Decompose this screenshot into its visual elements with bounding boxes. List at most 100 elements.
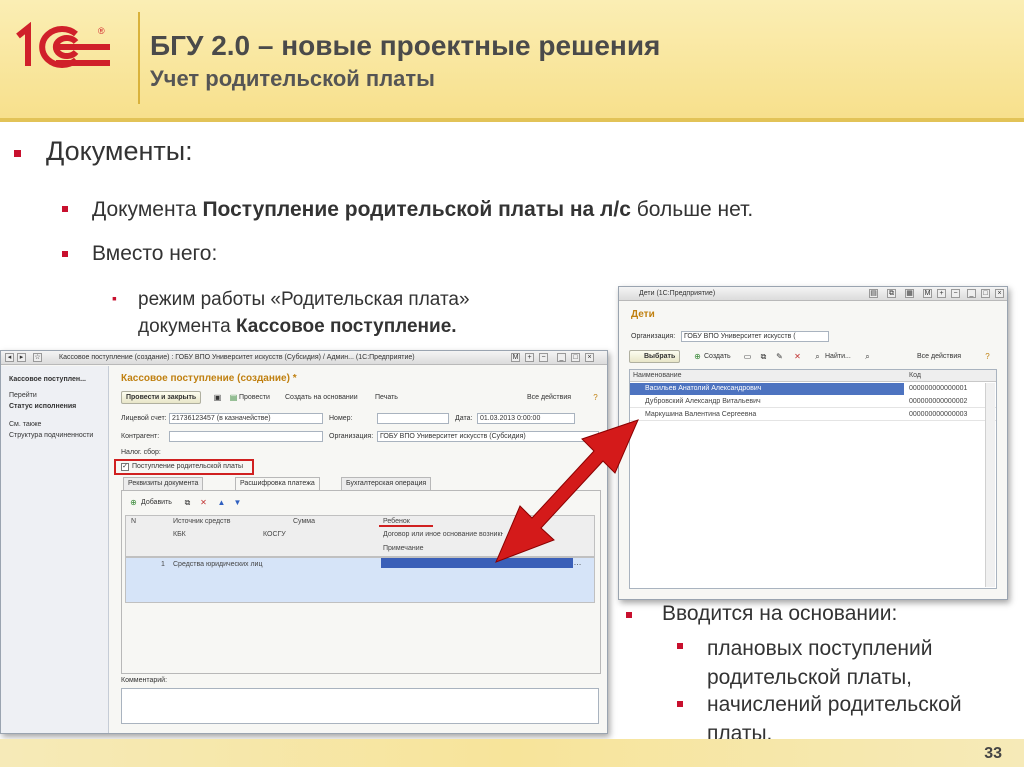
svg-text:®: ®: [98, 26, 105, 36]
add-icon[interactable]: ⊕: [129, 498, 138, 507]
row-number: 1: [161, 561, 165, 568]
tab-requisites[interactable]: Реквизиты документа: [123, 477, 204, 490]
comment-label: Комментарий:: [121, 677, 168, 684]
sidebar: Кассовое поступлен... Перейти Статус исп…: [1, 366, 109, 733]
delete-icon[interactable]: ✕: [199, 498, 208, 507]
header-divider: [0, 118, 1024, 122]
choice-icon[interactable]: …: [573, 558, 582, 567]
back-icon[interactable]: ◂: [5, 353, 14, 362]
select-button[interactable]: Выбрать: [629, 350, 681, 363]
col-header-code: Код: [909, 372, 921, 379]
post-icon[interactable]: ▤: [229, 393, 238, 402]
col-header-kosgu: КОСГУ: [263, 531, 286, 538]
parent-fee-checkbox[interactable]: ✓: [121, 463, 129, 471]
calc-icon[interactable]: ▦: [905, 289, 914, 298]
cancel-search-icon[interactable]: ⌕: [863, 352, 872, 361]
copy-icon[interactable]: ⧉: [183, 498, 192, 507]
text-part: документа: [138, 316, 236, 337]
contractor-field[interactable]: [169, 431, 323, 442]
form-heading: Дети: [631, 309, 655, 320]
find-button[interactable]: Найти...: [825, 353, 851, 360]
sidebar-item-structure[interactable]: Структура подчиненности: [9, 432, 93, 439]
close-icon[interactable]: ×: [995, 289, 1004, 298]
child-name: Васильев Анатолий Александрович: [645, 385, 762, 392]
bullet-planned: плановых поступлений родительской платы,: [707, 634, 932, 692]
move-up-icon[interactable]: ▲: [217, 498, 226, 507]
copy-icon[interactable]: ⧉: [887, 289, 896, 298]
row-source: Средства юридических лиц: [173, 561, 263, 568]
help-icon[interactable]: ?: [591, 393, 600, 402]
search-icon[interactable]: ⌕: [813, 352, 822, 361]
folder-icon[interactable]: ▭: [743, 352, 752, 361]
bullet-documents: Документы:: [46, 136, 193, 166]
window-title: Дети (1С:Предприятие): [639, 290, 716, 297]
org-field[interactable]: ГОБУ ВПО Университет искусств (Субсидия): [377, 431, 599, 442]
window-titlebar: Кассовое поступление (создание) : ГОБУ В…: [1, 351, 607, 365]
number-label: Номер:: [329, 415, 353, 422]
create-icon[interactable]: ⊕: [693, 352, 702, 361]
slide-subtitle: Учет родительской платы: [150, 66, 435, 91]
tab-decryption[interactable]: Расшифровка платежа: [235, 477, 320, 490]
contractor-label: Контрагент:: [121, 433, 160, 440]
minimize-icon[interactable]: _: [967, 289, 976, 298]
date-field[interactable]: 01.03.2013 0:00:00: [477, 413, 575, 424]
print-button[interactable]: Печать: [375, 394, 398, 401]
mplus-icon[interactable]: +: [525, 353, 534, 362]
bullet-mode: режим работы «Родительская плата» докуме…: [138, 286, 470, 340]
all-actions-button[interactable]: Все действия: [527, 394, 571, 401]
child-underline: [379, 525, 433, 527]
org-label: Организация:: [329, 433, 374, 440]
sidebar-item-see-also[interactable]: См. также: [9, 421, 41, 428]
bullet-marker: [62, 206, 68, 212]
create-button[interactable]: Создать: [704, 353, 731, 360]
account-field[interactable]: 21736123457 (в казначействе): [169, 413, 323, 424]
move-down-icon[interactable]: ▼: [233, 498, 242, 507]
slide-title: БГУ 2.0 – новые проектные решения: [150, 30, 661, 61]
sub-bullet-marker: ▪: [112, 290, 117, 306]
save-icon[interactable]: ▣: [213, 393, 222, 402]
text-part-bold: Кассовое поступление.: [235, 316, 457, 337]
bullet-entered-basis: Вводится на основании:: [662, 602, 898, 625]
child-cell-selected[interactable]: [381, 558, 573, 568]
delete-icon[interactable]: ✕: [793, 352, 802, 361]
date-label: Дата:: [455, 415, 473, 422]
sidebar-item-goto[interactable]: Перейти: [9, 392, 37, 399]
col-header-name: Наименование: [633, 372, 682, 379]
history-icon[interactable]: ▤: [869, 289, 878, 298]
m-icon[interactable]: M: [511, 353, 520, 362]
header-separator: [138, 12, 140, 104]
post-close-button[interactable]: Провести и закрыть: [121, 391, 202, 404]
col-header-contract: Договор или иное основание возникн: [383, 531, 503, 538]
all-actions-button[interactable]: Все действия: [917, 353, 961, 360]
bullet-marker: [14, 150, 21, 157]
minimize-icon[interactable]: _: [557, 353, 566, 362]
number-field[interactable]: [377, 413, 449, 424]
parent-fee-checkbox-label: Поступление родительской платы: [132, 463, 243, 470]
copy-item-icon[interactable]: ⧉: [759, 352, 768, 361]
edit-icon[interactable]: ✎: [775, 352, 784, 361]
child-name: Дубровский Александр Витальевич: [645, 398, 761, 405]
help-icon[interactable]: ?: [983, 352, 992, 361]
list-scrollbar[interactable]: [985, 383, 995, 587]
maximize-icon[interactable]: □: [981, 289, 990, 298]
post-button[interactable]: Провести: [239, 394, 270, 401]
mminus-icon[interactable]: −: [951, 289, 960, 298]
star-icon[interactable]: ☆: [33, 353, 42, 362]
mplus-icon[interactable]: +: [937, 289, 946, 298]
org-filter-field[interactable]: ГОБУ ВПО Университет искусств (: [681, 331, 829, 342]
list-header: [630, 370, 996, 382]
bullet-no-document: Документа Поступление родительской платы…: [92, 198, 753, 222]
form-heading: Кассовое поступление (создание) *: [121, 373, 297, 384]
mminus-icon[interactable]: −: [539, 353, 548, 362]
m-icon[interactable]: M: [923, 289, 932, 298]
sidebar-item-status[interactable]: Статус исполнения: [9, 403, 76, 410]
tab-accounting[interactable]: Бухгалтерская операция: [341, 477, 432, 490]
close-icon[interactable]: ×: [585, 353, 594, 362]
child-code: 000000000000002: [909, 398, 968, 405]
sidebar-item-current[interactable]: Кассовое поступлен...: [9, 376, 86, 383]
forward-icon[interactable]: ▸: [17, 353, 26, 362]
create-basis-button[interactable]: Создать на основании: [285, 394, 358, 401]
comment-field[interactable]: [121, 688, 599, 724]
maximize-icon[interactable]: □: [571, 353, 580, 362]
add-button[interactable]: Добавить: [141, 499, 172, 506]
